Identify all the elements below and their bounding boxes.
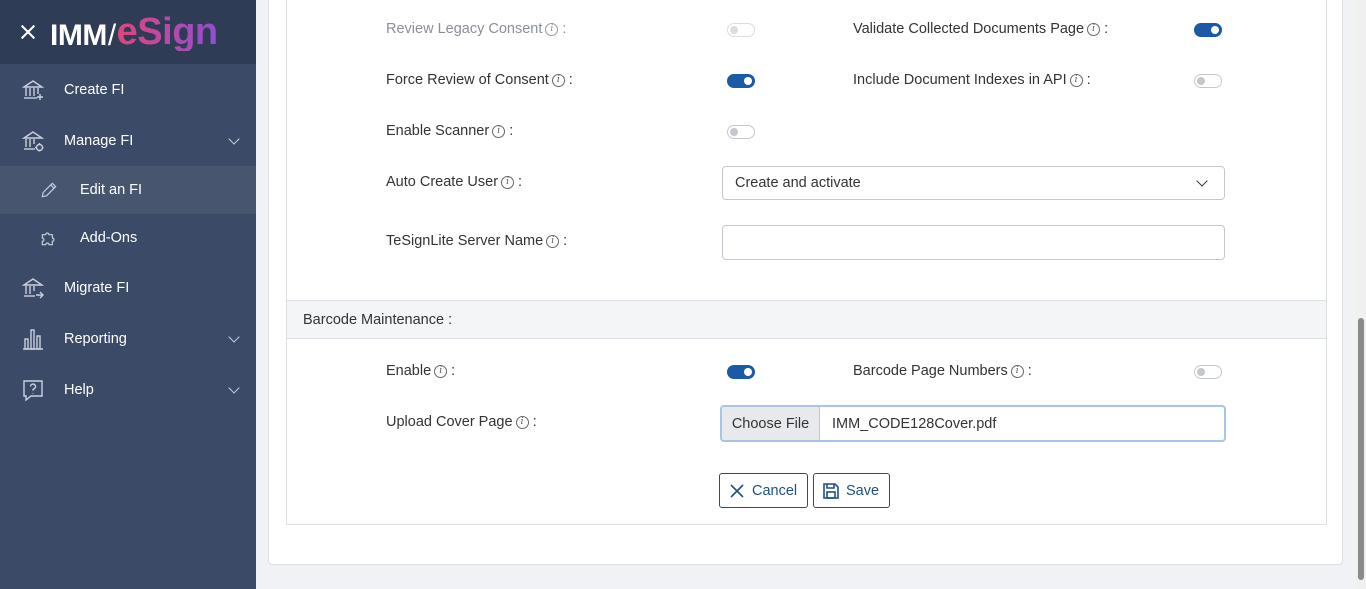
auto-create-user-select[interactable]: Create and activate (722, 166, 1225, 200)
info-icon[interactable]: i (501, 175, 515, 189)
sidebar-item-label: Help (64, 381, 94, 398)
force-review-consent-toggle[interactable] (727, 74, 755, 88)
auto-create-user-label: Auto Create User i: (386, 174, 523, 190)
save-button[interactable]: Save (813, 473, 891, 508)
info-icon[interactable]: i (515, 415, 529, 429)
barcode-page-numbers-label: Barcode Page Numbers i: (853, 363, 1032, 379)
info-icon[interactable]: i (1069, 73, 1083, 87)
validate-collected-docs-label: Validate Collected Documents Page i: (853, 21, 1109, 37)
close-icon[interactable] (18, 22, 38, 42)
info-icon[interactable]: i (1010, 364, 1024, 378)
barcode-enable-toggle[interactable] (727, 365, 755, 379)
info-icon[interactable]: i (434, 364, 448, 378)
sidebar-item-label: Add-Ons (80, 230, 138, 246)
sidebar-item-label: Create FI (64, 81, 125, 98)
chevron-down-icon (228, 382, 240, 394)
review-legacy-consent-toggle[interactable] (727, 23, 755, 37)
info-icon[interactable]: i (545, 22, 559, 36)
enable-scanner-label: Enable Scanner i: (386, 123, 514, 139)
tesignlite-server-input[interactable] (722, 225, 1225, 260)
chevron-down-icon (228, 331, 240, 343)
tesignlite-server-label: TeSignLite Server Name i: (386, 233, 568, 249)
cover-page-file-input[interactable]: Choose File IMM_CODE128Cover.pdf (720, 405, 1226, 442)
sidebar-header: IMM / eSign (0, 0, 256, 64)
barcode-page-numbers-toggle[interactable] (1194, 365, 1222, 379)
sidebar-item-label: Manage FI (64, 132, 134, 149)
app-logo: IMM / eSign (50, 11, 218, 53)
force-review-consent-label: Force Review of Consent i: (386, 72, 573, 88)
info-icon[interactable]: i (551, 73, 565, 87)
info-icon[interactable]: i (1087, 22, 1101, 36)
validate-collected-docs-toggle[interactable] (1194, 23, 1222, 37)
bank-gear-icon (20, 128, 46, 154)
sidebar-item-create-fi[interactable]: Create FI (0, 64, 256, 115)
include-doc-indexes-label: Include Document Indexes in API i: (853, 72, 1091, 88)
sidebar-item-label: Edit an FI (80, 182, 143, 198)
choose-file-button[interactable]: Choose File (722, 407, 820, 440)
barcode-section-header: Barcode Maintenance : (287, 300, 1326, 339)
main-card: Review Legacy Consent i: Validate Collect… (268, 0, 1343, 565)
selected-file-name: IMM_CODE128Cover.pdf (832, 415, 997, 432)
chevron-down-icon (228, 133, 240, 145)
sidebar-item-migrate-fi[interactable]: Migrate FI (0, 262, 256, 313)
review-legacy-consent-label: Review Legacy Consent i: (386, 21, 567, 37)
question-bubble-icon (20, 377, 46, 403)
bank-arrow-icon (20, 275, 46, 301)
cancel-button[interactable]: Cancel (719, 473, 809, 508)
bar-chart-icon (20, 326, 46, 352)
settings-panel: Review Legacy Consent i: Validate Collect… (286, 0, 1327, 525)
include-doc-indexes-toggle[interactable] (1194, 74, 1222, 88)
barcode-enable-label: Enable i: (386, 363, 456, 379)
enable-scanner-toggle[interactable] (727, 125, 755, 139)
sidebar-item-manage-fi[interactable]: Manage FI (0, 115, 256, 166)
chevron-down-icon (1196, 175, 1208, 187)
pencil-icon (38, 179, 60, 201)
bank-plus-icon (20, 77, 46, 103)
sidebar-item-reporting[interactable]: Reporting (0, 313, 256, 364)
floppy-disk-icon (823, 482, 839, 499)
puzzle-icon (38, 227, 60, 249)
sidebar-item-add-ons[interactable]: Add-Ons (0, 214, 256, 262)
info-icon[interactable]: i (546, 234, 560, 248)
scrollbar-thumb[interactable] (1358, 318, 1364, 580)
upload-cover-page-label: Upload Cover Page i: (386, 414, 537, 430)
sidebar-item-edit-fi[interactable]: Edit an FI (0, 166, 256, 214)
close-icon (730, 483, 744, 498)
sidebar: IMM / eSign Create FI Manage FI Edit an FI… (0, 0, 256, 589)
sidebar-item-help[interactable]: Help (0, 364, 256, 415)
page-scrollbar[interactable] (1356, 0, 1366, 589)
info-icon[interactable]: i (492, 124, 506, 138)
sidebar-item-label: Reporting (64, 330, 127, 347)
sidebar-item-label: Migrate FI (64, 279, 130, 296)
